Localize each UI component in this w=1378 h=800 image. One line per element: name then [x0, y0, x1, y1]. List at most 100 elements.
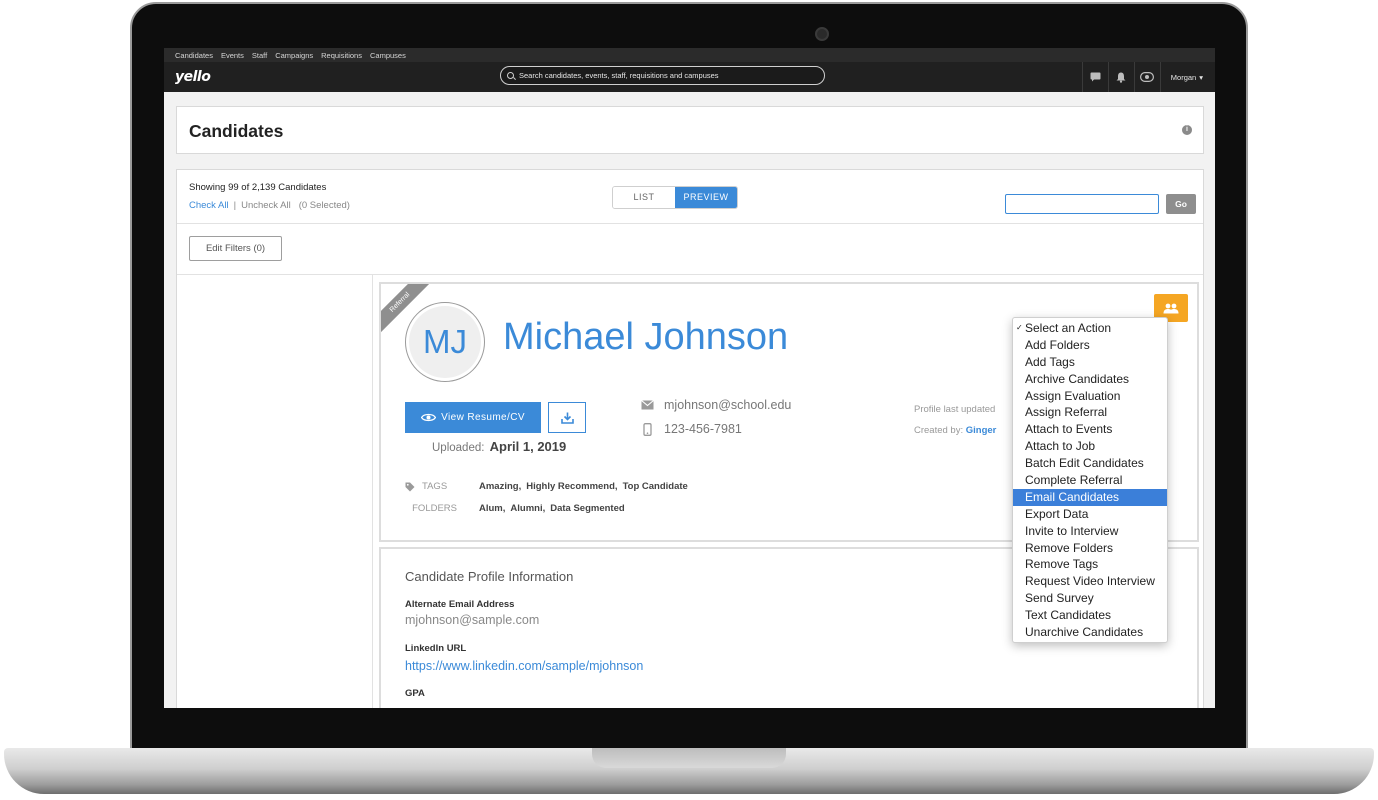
yello-logo[interactable]: yello — [175, 69, 211, 85]
candidate-name[interactable]: Michael Johnson — [503, 316, 788, 359]
action-option-export-data[interactable]: Export Data — [1013, 506, 1167, 523]
linkedin-link[interactable]: https://www.linkedin.com/sample/mjohnson — [405, 659, 643, 673]
users-icon — [1163, 303, 1179, 313]
column-divider — [372, 274, 373, 708]
nav-item-campaigns[interactable]: Campaigns — [275, 51, 313, 60]
action-dropdown-menu: ✓ Select an Action Add Folders Add Tags A… — [1012, 317, 1168, 643]
view-resume-button[interactable]: View Resume/CV — [405, 402, 541, 433]
action-option-request-video-interview[interactable]: Request Video Interview — [1013, 573, 1167, 590]
camera-icon — [815, 27, 829, 41]
section-title: Candidate Profile Information — [405, 569, 574, 584]
profile-updated: Profile last updated — [914, 404, 996, 415]
envelope-icon — [641, 400, 654, 410]
gpa-label: GPA — [405, 688, 425, 699]
action-option-assign-evaluation[interactable]: Assign Evaluation — [1013, 388, 1167, 405]
top-nav: Candidates Events Staff Campaigns Requis… — [164, 48, 1215, 62]
action-option-add-folders[interactable]: Add Folders — [1013, 337, 1167, 354]
tag-item[interactable]: Top Candidate — [623, 481, 688, 492]
action-option-remove-folders[interactable]: Remove Folders — [1013, 540, 1167, 557]
action-option-email-candidates[interactable]: Email Candidates — [1013, 488, 1167, 506]
action-option-attach-to-job[interactable]: Attach to Job — [1013, 438, 1167, 455]
created-by-value[interactable]: Ginger — [966, 425, 997, 436]
candidate-email: mjohnson@school.edu — [641, 398, 791, 412]
tags-label: TAGS — [422, 481, 448, 492]
app-header: yello Morgan ▾ — [164, 62, 1215, 92]
nav-item-candidates[interactable]: Candidates — [175, 51, 213, 60]
action-option-batch-edit-candidates[interactable]: Batch Edit Candidates — [1013, 455, 1167, 472]
list-view-button[interactable]: LIST — [613, 187, 675, 208]
help-icon[interactable] — [1133, 62, 1160, 92]
search-icon — [507, 72, 514, 79]
user-name: Morgan — [1170, 72, 1197, 82]
folder-item[interactable]: Data Segmented — [550, 503, 624, 514]
chevron-down-icon: ▾ — [1199, 72, 1203, 82]
info-icon[interactable]: i — [1182, 125, 1192, 135]
header-icons: Morgan ▾ — [1081, 62, 1215, 92]
selected-count: (0 Selected) — [298, 200, 350, 211]
phone-icon — [643, 422, 652, 436]
action-option-complete-referral[interactable]: Complete Referral — [1013, 472, 1167, 489]
uploaded-date: April 1, 2019 — [489, 439, 567, 454]
laptop-notch — [592, 748, 786, 768]
view-toggle: LIST PREVIEW — [612, 186, 738, 209]
messages-icon[interactable] — [1081, 62, 1108, 92]
uploaded-label: Uploaded: — [432, 442, 485, 454]
linkedin-label: LinkedIn URL — [405, 643, 467, 654]
search-input[interactable] — [519, 71, 809, 80]
alt-email-value: mjohnson@sample.com — [405, 613, 540, 627]
notifications-icon[interactable] — [1107, 62, 1134, 92]
action-option-invite-to-interview[interactable]: Invite to Interview — [1013, 523, 1167, 540]
go-button[interactable]: Go — [1166, 194, 1196, 214]
action-option-archive-candidates[interactable]: Archive Candidates — [1013, 371, 1167, 388]
avatar-initials: MJ — [409, 306, 481, 378]
nav-item-requisitions[interactable]: Requisitions — [321, 51, 362, 60]
action-option-remove-tags[interactable]: Remove Tags — [1013, 556, 1167, 573]
divider — [177, 274, 1203, 275]
action-option-attach-to-events[interactable]: Attach to Events — [1013, 421, 1167, 438]
divider — [177, 223, 1203, 224]
preview-view-button[interactable]: PREVIEW — [675, 187, 737, 208]
selection-controls: Check All | Uncheck All (0 Selected) — [189, 200, 350, 211]
user-menu[interactable]: Morgan ▾ — [1159, 62, 1215, 92]
checkmark-icon: ✓ — [1016, 323, 1023, 332]
eye-icon — [421, 413, 437, 422]
download-icon — [560, 412, 574, 424]
phone-value[interactable]: 123-456-7981 — [664, 422, 742, 436]
created-by: Created by: Ginger — [914, 425, 996, 436]
edit-filters-button[interactable]: Edit Filters (0) — [189, 236, 282, 261]
page-title: Candidates — [189, 121, 284, 141]
download-resume-button[interactable] — [548, 402, 586, 433]
email-value[interactable]: mjohnson@school.edu — [664, 398, 791, 412]
uncheck-all-link[interactable]: Uncheck All — [241, 200, 291, 211]
nav-item-staff[interactable]: Staff — [252, 51, 267, 60]
global-search[interactable] — [500, 66, 825, 85]
folders-row: FOLDERS Alum, Alumni, Data Segmented — [405, 503, 625, 514]
folders-label: FOLDERS — [412, 503, 457, 514]
nav-item-campuses[interactable]: Campuses — [370, 51, 406, 60]
action-option-select-an-action[interactable]: ✓ Select an Action — [1013, 320, 1167, 337]
action-option-text-candidates[interactable]: Text Candidates — [1013, 607, 1167, 624]
tag-icon — [405, 482, 415, 491]
nav-item-events[interactable]: Events — [221, 51, 244, 60]
uploaded-info: Uploaded: April 1, 2019 — [432, 439, 566, 454]
tag-item[interactable]: Highly Recommend, — [526, 481, 617, 492]
action-option-assign-referral[interactable]: Assign Referral — [1013, 404, 1167, 421]
folder-item[interactable]: Alum, — [479, 503, 505, 514]
avatar: MJ — [405, 302, 485, 382]
results-count: Showing 99 of 2,139 Candidates — [189, 182, 327, 193]
separator: | — [233, 200, 237, 211]
check-all-link[interactable]: Check All — [189, 200, 229, 211]
tag-item[interactable]: Amazing, — [479, 481, 521, 492]
action-option-send-survey[interactable]: Send Survey — [1013, 590, 1167, 607]
candidate-list-panel: Showing 99 of 2,139 Candidates Check All… — [176, 169, 1204, 708]
page-header-card: Candidates i — [176, 106, 1204, 154]
alt-email-label: Alternate Email Address — [405, 599, 515, 610]
action-option-unarchive-candidates[interactable]: Unarchive Candidates — [1013, 624, 1167, 641]
action-select[interactable] — [1005, 194, 1159, 214]
action-option-add-tags[interactable]: Add Tags — [1013, 354, 1167, 371]
tags-row: TAGS Amazing, Highly Recommend, Top Cand… — [405, 481, 688, 492]
candidate-phone: 123-456-7981 — [641, 422, 742, 436]
app-screen: Candidates Events Staff Campaigns Requis… — [164, 48, 1215, 708]
created-by-label: Created by: — [914, 425, 964, 436]
folder-item[interactable]: Alumni, — [510, 503, 545, 514]
